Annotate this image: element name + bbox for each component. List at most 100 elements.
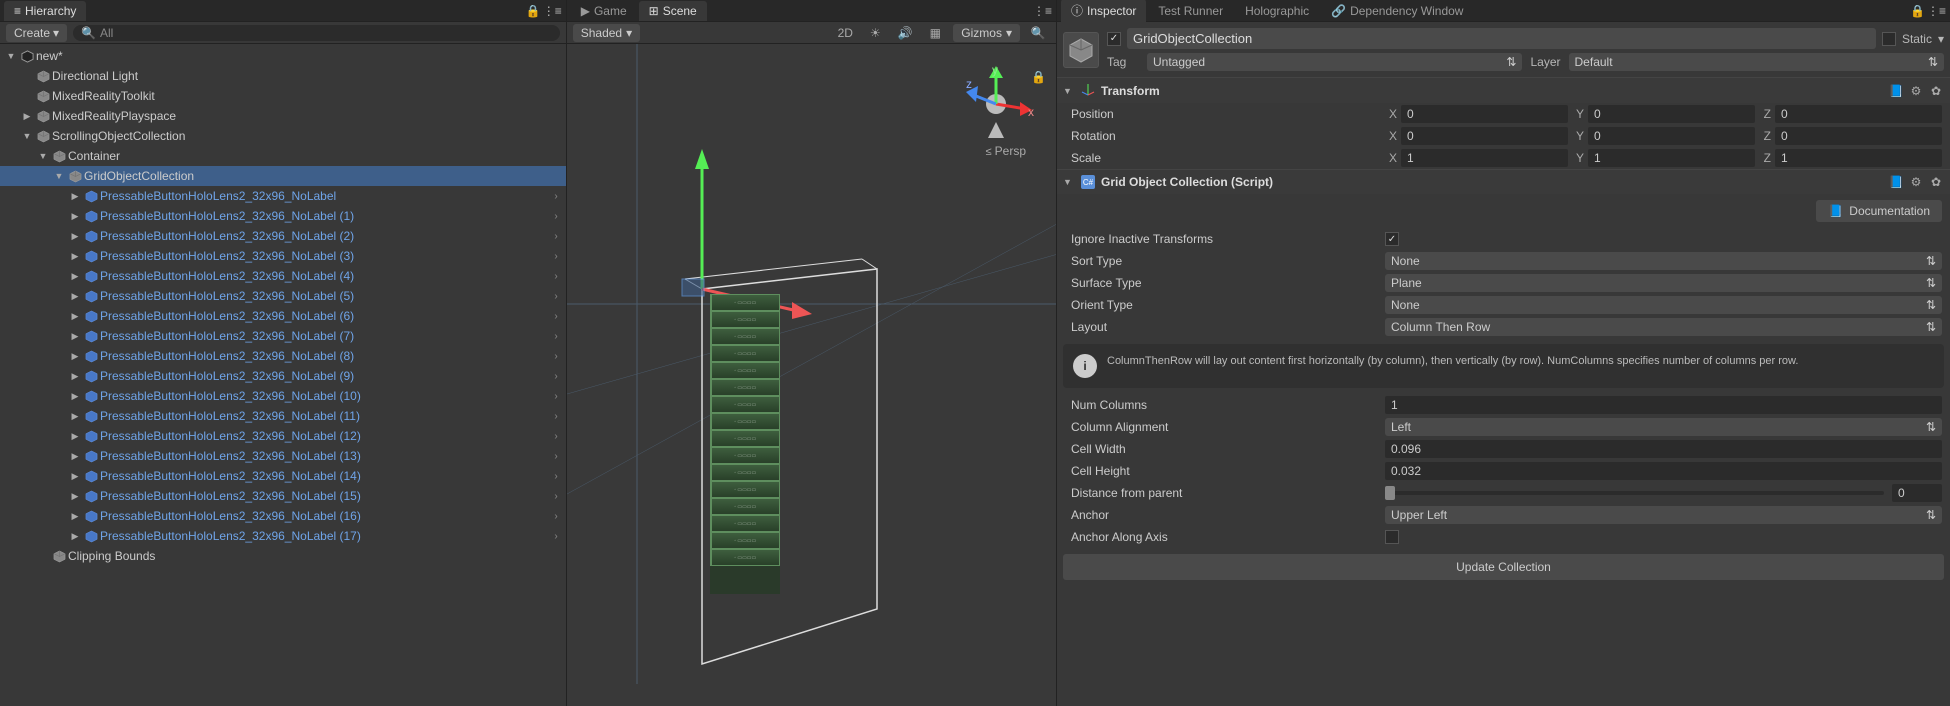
column-alignment-dropdown[interactable]: Left⇅	[1385, 418, 1942, 436]
rotation-x-input[interactable]	[1401, 127, 1568, 145]
open-prefab-icon[interactable]: ›	[554, 351, 557, 362]
expand-toggle[interactable]: ▶	[68, 351, 82, 362]
open-prefab-icon[interactable]: ›	[554, 371, 557, 382]
rotation-y-input[interactable]	[1588, 127, 1755, 145]
open-prefab-icon[interactable]: ›	[554, 311, 557, 322]
open-prefab-icon[interactable]: ›	[554, 291, 557, 302]
scale-y-input[interactable]	[1588, 149, 1755, 167]
open-prefab-icon[interactable]: ›	[554, 251, 557, 262]
open-prefab-icon[interactable]: ›	[554, 471, 557, 482]
lock-icon[interactable]: 🔒	[1910, 4, 1925, 18]
preset-icon[interactable]: ⚙	[1908, 83, 1924, 99]
open-prefab-icon[interactable]: ›	[554, 231, 557, 242]
expand-toggle[interactable]: ▼	[4, 51, 18, 61]
hierarchy-item[interactable]: MixedRealityToolkit	[0, 86, 566, 106]
orientation-gizmo[interactable]: x y z	[956, 64, 1036, 144]
surface-type-dropdown[interactable]: Plane⇅	[1385, 274, 1942, 292]
hierarchy-item[interactable]: Clipping Bounds	[0, 546, 566, 566]
hierarchy-item[interactable]: ▶PressableButtonHoloLens2_32x96_NoLabel …	[0, 326, 566, 346]
documentation-button[interactable]: 📘 Documentation	[1816, 200, 1942, 222]
search-icon[interactable]: 🔍	[1026, 24, 1050, 42]
expand-toggle[interactable]: ▶	[68, 411, 82, 422]
expand-toggle[interactable]: ▶	[68, 251, 82, 262]
scale-z-input[interactable]	[1775, 149, 1942, 167]
position-x-input[interactable]	[1401, 105, 1568, 123]
open-prefab-icon[interactable]: ›	[554, 451, 557, 462]
tab-scene[interactable]: ⊞ Scene	[639, 1, 707, 21]
hierarchy-item[interactable]: ▶PressableButtonHoloLens2_32x96_NoLabel›	[0, 186, 566, 206]
hierarchy-item[interactable]: ▶PressableButtonHoloLens2_32x96_NoLabel …	[0, 266, 566, 286]
hierarchy-tree[interactable]: ▼new*Directional LightMixedRealityToolki…	[0, 44, 566, 706]
open-prefab-icon[interactable]: ›	[554, 191, 557, 202]
update-collection-button[interactable]: Update Collection	[1063, 554, 1944, 580]
hierarchy-search[interactable]: 🔍 All	[73, 25, 560, 41]
hierarchy-item[interactable]: ▶PressableButtonHoloLens2_32x96_NoLabel …	[0, 466, 566, 486]
lock-view-icon[interactable]: 🔒	[1031, 70, 1046, 84]
collapse-toggle[interactable]: ▼	[1063, 86, 1075, 96]
open-prefab-icon[interactable]: ›	[554, 271, 557, 282]
static-checkbox[interactable]	[1882, 32, 1896, 46]
open-prefab-icon[interactable]: ›	[554, 411, 557, 422]
rotation-z-input[interactable]	[1775, 127, 1942, 145]
expand-toggle[interactable]: ▶	[68, 531, 82, 542]
open-prefab-icon[interactable]: ›	[554, 491, 557, 502]
hierarchy-item[interactable]: ▶PressableButtonHoloLens2_32x96_NoLabel …	[0, 426, 566, 446]
hierarchy-item[interactable]: ▶PressableButtonHoloLens2_32x96_NoLabel …	[0, 346, 566, 366]
anchor-dropdown[interactable]: Upper Left⇅	[1385, 506, 1942, 524]
expand-toggle[interactable]: ▼	[36, 151, 50, 161]
layer-dropdown[interactable]: Default⇅	[1569, 53, 1944, 71]
anchor-along-axis-checkbox[interactable]	[1385, 530, 1399, 544]
gizmos-dropdown[interactable]: Gizmos ▾	[953, 24, 1020, 42]
hierarchy-item[interactable]: ▶PressableButtonHoloLens2_32x96_NoLabel …	[0, 506, 566, 526]
static-dropdown-icon[interactable]: ▾	[1938, 32, 1944, 46]
transform-component-header[interactable]: ▼ Transform 📘 ⚙ ✿	[1057, 77, 1950, 103]
num-columns-input[interactable]	[1385, 396, 1942, 414]
ignore-inactive-checkbox[interactable]: ✓	[1385, 232, 1399, 246]
light-toggle[interactable]: ☀	[863, 24, 887, 42]
gameobject-name-input[interactable]	[1127, 28, 1876, 49]
hierarchy-item[interactable]: ▶MixedRealityPlayspace	[0, 106, 566, 126]
gear-icon[interactable]: ✿	[1928, 83, 1944, 99]
tab-inspector[interactable]: ⓘ Inspector	[1061, 0, 1146, 22]
distance-value[interactable]	[1892, 484, 1942, 502]
reference-icon[interactable]: 📘	[1888, 83, 1904, 99]
distance-slider[interactable]	[1385, 491, 1884, 495]
scale-x-input[interactable]	[1401, 149, 1568, 167]
tag-dropdown[interactable]: Untagged⇅	[1147, 53, 1522, 71]
menu-icon[interactable]: ⋮≡	[1927, 4, 1946, 18]
hierarchy-item[interactable]: ▶PressableButtonHoloLens2_32x96_NoLabel …	[0, 306, 566, 326]
open-prefab-icon[interactable]: ›	[554, 331, 557, 342]
open-prefab-icon[interactable]: ›	[554, 511, 557, 522]
hierarchy-item[interactable]: ▼GridObjectCollection	[0, 166, 566, 186]
expand-toggle[interactable]: ▶	[68, 311, 82, 322]
create-button[interactable]: Create ▾	[6, 24, 67, 42]
expand-toggle[interactable]: ▶	[68, 451, 82, 462]
expand-toggle[interactable]: ▶	[68, 391, 82, 402]
expand-toggle[interactable]: ▶	[68, 371, 82, 382]
layout-dropdown[interactable]: Column Then Row⇅	[1385, 318, 1942, 336]
collapse-toggle[interactable]: ▼	[1063, 177, 1075, 187]
fx-toggle[interactable]: ▦	[923, 24, 947, 42]
cell-height-input[interactable]	[1385, 462, 1942, 480]
hierarchy-item[interactable]: ▶PressableButtonHoloLens2_32x96_NoLabel …	[0, 246, 566, 266]
expand-toggle[interactable]: ▶	[68, 471, 82, 482]
expand-toggle[interactable]: ▶	[68, 511, 82, 522]
hierarchy-item[interactable]: ▶PressableButtonHoloLens2_32x96_NoLabel …	[0, 446, 566, 466]
projection-label[interactable]: ≤ Persp	[986, 144, 1026, 158]
hierarchy-item[interactable]: ▶PressableButtonHoloLens2_32x96_NoLabel …	[0, 226, 566, 246]
gameobject-enabled-checkbox[interactable]: ✓	[1107, 32, 1121, 46]
tab-game[interactable]: ▶ Game	[571, 1, 637, 21]
hierarchy-item[interactable]: ▶PressableButtonHoloLens2_32x96_NoLabel …	[0, 406, 566, 426]
cell-width-input[interactable]	[1385, 440, 1942, 458]
menu-icon[interactable]: ⋮≡	[1033, 4, 1052, 18]
tab-dependency[interactable]: 🔗 Dependency Window	[1321, 1, 1473, 21]
lock-icon[interactable]: 🔒	[526, 4, 541, 18]
expand-toggle[interactable]: ▶	[68, 431, 82, 442]
grid-component-header[interactable]: ▼ C# Grid Object Collection (Script) 📘 ⚙…	[1057, 169, 1950, 194]
hierarchy-item[interactable]: ▶PressableButtonHoloLens2_32x96_NoLabel …	[0, 366, 566, 386]
orient-type-dropdown[interactable]: None⇅	[1385, 296, 1942, 314]
expand-toggle[interactable]: ▶	[68, 211, 82, 222]
expand-toggle[interactable]: ▶	[68, 191, 82, 202]
sort-type-dropdown[interactable]: None⇅	[1385, 252, 1942, 270]
expand-toggle[interactable]: ▶	[20, 111, 34, 122]
